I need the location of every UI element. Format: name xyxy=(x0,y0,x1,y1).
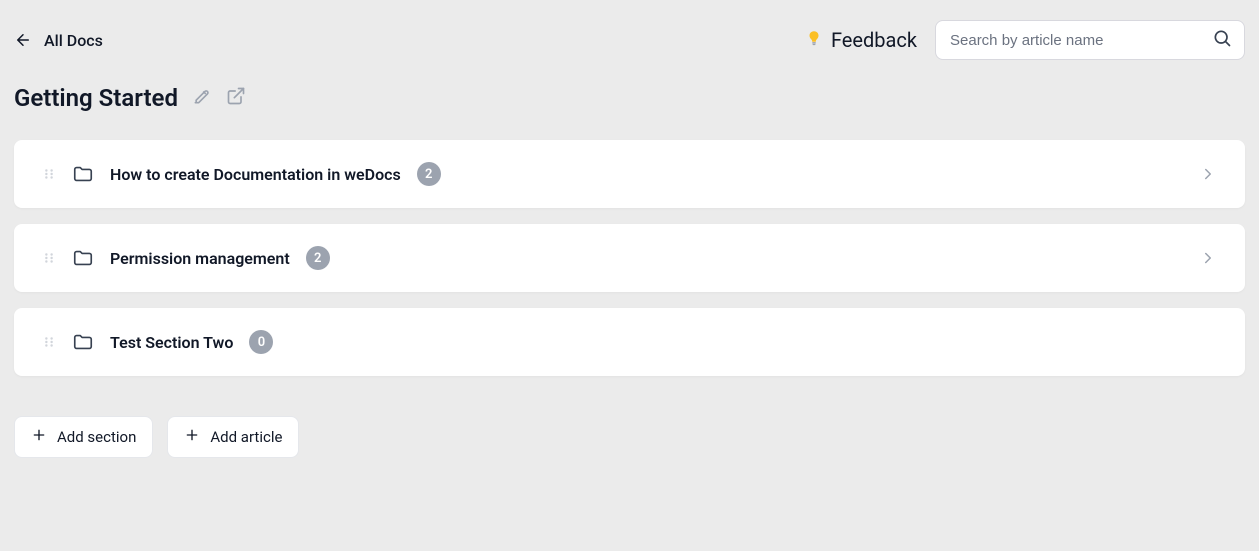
back-to-all-docs[interactable]: All Docs xyxy=(14,31,103,50)
drag-handle-icon[interactable] xyxy=(42,167,56,181)
page-title: Getting Started xyxy=(14,84,178,112)
folder-icon xyxy=(72,331,94,353)
arrow-left-icon xyxy=(14,31,32,49)
search-input[interactable] xyxy=(950,32,1202,49)
section-card[interactable]: How to create Documentation in weDocs 2 xyxy=(14,140,1245,208)
page-title-row: Getting Started xyxy=(0,84,1259,140)
section-title: How to create Documentation in weDocs xyxy=(110,165,401,184)
folder-icon xyxy=(72,163,94,185)
external-link-icon xyxy=(226,86,246,110)
count-badge: 2 xyxy=(417,162,441,186)
open-external-button[interactable] xyxy=(226,86,246,110)
add-article-label: Add article xyxy=(210,428,282,446)
add-article-button[interactable]: Add article xyxy=(167,416,299,458)
plus-icon xyxy=(31,427,47,447)
search-wrap xyxy=(935,20,1245,60)
feedback-link[interactable]: Feedback xyxy=(805,28,917,52)
edit-title-button[interactable] xyxy=(192,86,212,110)
lightbulb-icon xyxy=(805,29,823,51)
count-badge: 2 xyxy=(306,246,330,270)
plus-icon xyxy=(184,427,200,447)
add-section-label: Add section xyxy=(57,428,136,446)
pencil-icon xyxy=(192,86,212,110)
drag-handle-icon[interactable] xyxy=(42,335,56,349)
feedback-label: Feedback xyxy=(831,28,917,52)
folder-icon xyxy=(72,247,94,269)
search-icon[interactable] xyxy=(1212,28,1232,52)
section-list: How to create Documentation in weDocs 2 … xyxy=(0,140,1259,376)
action-buttons-row: Add section Add article xyxy=(0,376,1259,458)
add-section-button[interactable]: Add section xyxy=(14,416,153,458)
section-title: Permission management xyxy=(110,249,290,268)
count-badge: 0 xyxy=(249,330,273,354)
section-card[interactable]: Permission management 2 xyxy=(14,224,1245,292)
chevron-right-icon xyxy=(1199,165,1217,183)
section-title: Test Section Two xyxy=(110,333,233,352)
header-bar: All Docs Feedback xyxy=(0,0,1259,84)
section-card[interactable]: Test Section Two 0 xyxy=(14,308,1245,376)
chevron-right-icon xyxy=(1199,249,1217,267)
drag-handle-icon[interactable] xyxy=(42,251,56,265)
back-label: All Docs xyxy=(44,31,103,50)
header-right: Feedback xyxy=(805,20,1245,60)
